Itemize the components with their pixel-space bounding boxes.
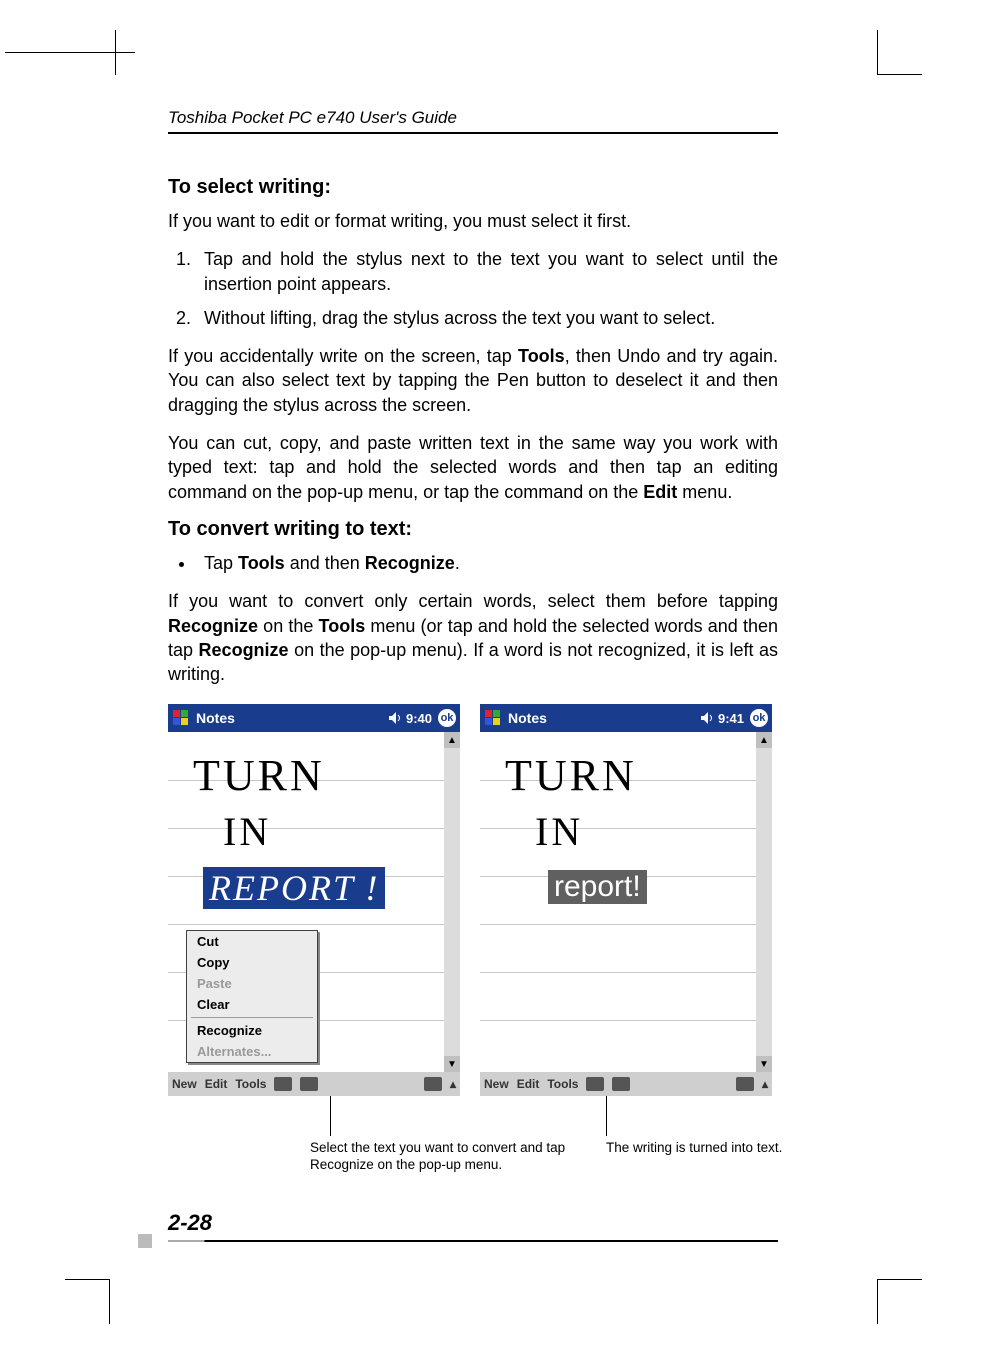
handwriting-in: IN — [223, 808, 271, 855]
pen-icon[interactable] — [612, 1077, 630, 1091]
menu-alternates: Alternates... — [187, 1041, 317, 1062]
menu-new[interactable]: New — [172, 1077, 197, 1091]
scrollbar-left[interactable]: ▲ ▼ — [444, 732, 460, 1072]
callout-line-right — [606, 1096, 607, 1136]
undo-paragraph: If you accidentally write on the screen,… — [168, 344, 778, 417]
scroll-down-icon[interactable]: ▼ — [756, 1056, 772, 1072]
footer-rule — [168, 1240, 778, 1242]
screenshots-row: Notes 9:40 ok — [168, 704, 778, 1096]
menu-tools[interactable]: Tools — [547, 1077, 578, 1091]
heading-select-writing: To select writing: — [168, 176, 778, 199]
titlebar-right: Notes 9:41 ok — [480, 704, 772, 732]
cutcopy-paragraph: You can cut, copy, and paste written tex… — [168, 431, 778, 504]
menu-copy[interactable]: Copy — [187, 952, 317, 973]
speaker-icon — [388, 711, 402, 725]
menu-edit[interactable]: Edit — [205, 1077, 228, 1091]
footer-marker — [138, 1234, 152, 1248]
ok-button-left[interactable]: ok — [438, 709, 456, 727]
handwriting-turn: TURN — [193, 750, 325, 801]
callout-left: Select the text you want to convert and … — [310, 1140, 570, 1172]
menu-separator — [191, 1017, 313, 1018]
handwriting-in-right: IN — [535, 808, 583, 855]
sip-arrow-icon[interactable]: ▴ — [762, 1077, 768, 1091]
bullet-tools-recognize: Tap Tools and then Recognize. — [196, 551, 778, 575]
keyboard-icon[interactable] — [424, 1077, 442, 1091]
handwriting-turn-right: TURN — [505, 750, 637, 801]
menu-cut[interactable]: Cut — [187, 931, 317, 952]
menu-edit[interactable]: Edit — [517, 1077, 540, 1091]
app-title-left: Notes — [196, 710, 235, 726]
ok-button-right[interactable]: ok — [750, 709, 768, 727]
step-2: Without lifting, drag the stylus across … — [196, 306, 778, 330]
page-number: 2-28 — [168, 1210, 778, 1236]
handwriting-selected-report[interactable]: REPORT ! — [203, 867, 385, 909]
scroll-up-icon[interactable]: ▲ — [756, 732, 772, 748]
clock-right: 9:41 — [718, 711, 744, 726]
pen-icon[interactable] — [300, 1077, 318, 1091]
step-1: Tap and hold the stylus next to the text… — [196, 247, 778, 296]
note-canvas-left[interactable]: TURN IN REPORT ! Cut Copy Paste Clear Re… — [168, 732, 444, 1072]
clock-left: 9:40 — [406, 711, 432, 726]
menu-clear[interactable]: Clear — [187, 994, 317, 1015]
app-title-right: Notes — [508, 710, 547, 726]
windows-flag-icon — [172, 709, 190, 727]
note-canvas-right[interactable]: TURN IN report! — [480, 732, 756, 1072]
scroll-down-icon[interactable]: ▼ — [444, 1056, 460, 1072]
context-menu: Cut Copy Paste Clear Recognize Alternate… — [186, 930, 318, 1063]
titlebar-left: Notes 9:40 ok — [168, 704, 460, 732]
menu-new[interactable]: New — [484, 1077, 509, 1091]
bottombar-right: New Edit Tools ▴ — [480, 1072, 772, 1096]
header-rule — [168, 132, 778, 134]
intro-paragraph: If you want to edit or format writing, y… — [168, 209, 778, 233]
heading-convert-writing: To convert writing to text: — [168, 518, 778, 541]
converted-text-report[interactable]: report! — [548, 870, 647, 904]
record-icon[interactable] — [274, 1077, 292, 1091]
speaker-icon — [700, 711, 714, 725]
keyboard-icon[interactable] — [736, 1077, 754, 1091]
callout-right: The writing is turned into text. — [606, 1140, 786, 1156]
callout-line-left — [330, 1096, 331, 1136]
sip-arrow-icon[interactable]: ▴ — [450, 1077, 456, 1091]
screenshot-left: Notes 9:40 ok — [168, 704, 460, 1096]
menu-tools[interactable]: Tools — [235, 1077, 266, 1091]
scrollbar-right[interactable]: ▲ ▼ — [756, 732, 772, 1072]
menu-recognize[interactable]: Recognize — [187, 1020, 317, 1041]
convert-paragraph: If you want to convert only certain word… — [168, 589, 778, 686]
screenshot-right: Notes 9:41 ok — [480, 704, 772, 1096]
menu-paste: Paste — [187, 973, 317, 994]
running-header: Toshiba Pocket PC e740 User's Guide — [168, 108, 778, 128]
record-icon[interactable] — [586, 1077, 604, 1091]
windows-flag-icon — [484, 709, 502, 727]
bottombar-left: New Edit Tools ▴ — [168, 1072, 460, 1096]
scroll-up-icon[interactable]: ▲ — [444, 732, 460, 748]
